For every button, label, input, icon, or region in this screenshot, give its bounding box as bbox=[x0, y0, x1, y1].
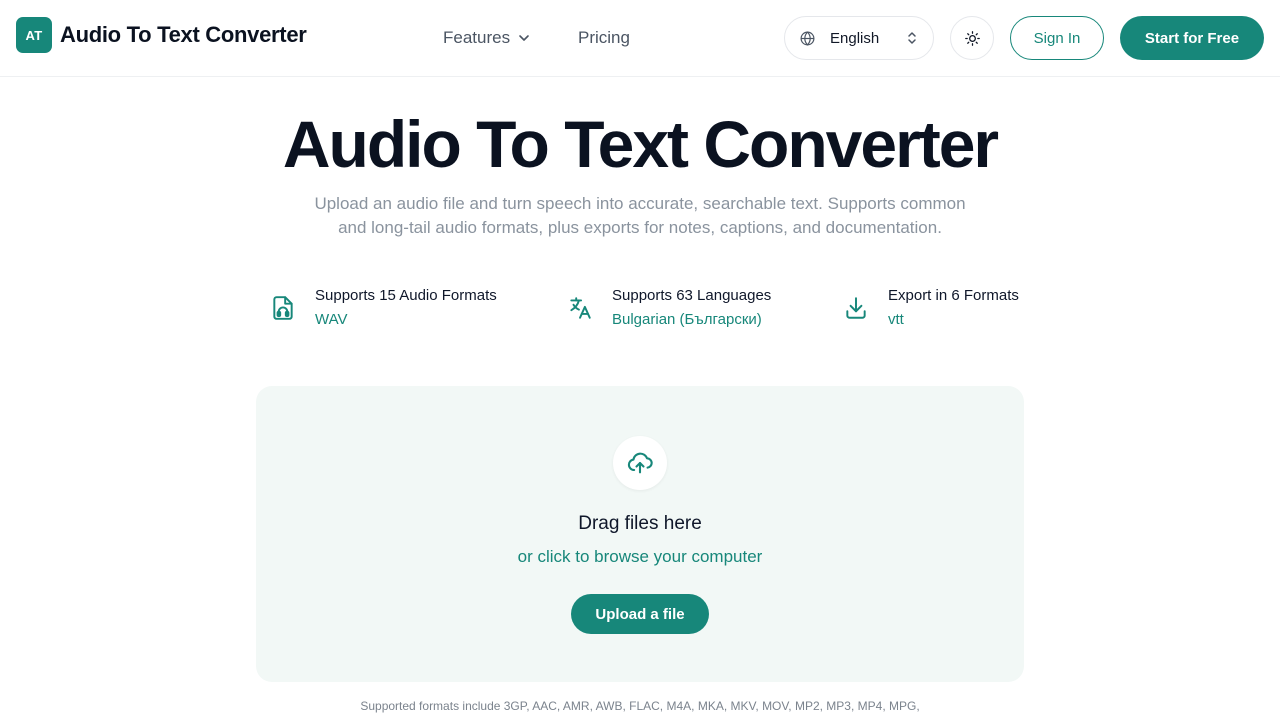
page-subtitle: Upload an audio file and turn speech int… bbox=[314, 194, 966, 237]
feature-title: Export in 6 Formats bbox=[888, 287, 1019, 304]
chevron-up-down-icon bbox=[908, 32, 916, 44]
nav-pricing[interactable]: Pricing bbox=[578, 28, 630, 48]
site-header: AT Audio To Text Converter Features Pric… bbox=[0, 0, 1280, 77]
nav-features[interactable]: Features bbox=[443, 28, 531, 48]
page-title: Audio To Text Converter bbox=[282, 107, 999, 181]
language-select[interactable]: English bbox=[784, 16, 934, 60]
download-icon bbox=[846, 297, 866, 319]
logo-badge[interactable]: AT bbox=[16, 17, 52, 53]
cloud-upload-icon bbox=[627, 452, 653, 474]
translate-icon bbox=[570, 297, 591, 319]
sun-icon bbox=[964, 30, 980, 46]
supported-formats-note: Supported formats include 3GP, AAC, AMR,… bbox=[360, 699, 920, 713]
logo-text[interactable]: Audio To Text Converter bbox=[60, 22, 307, 48]
globe-icon bbox=[800, 30, 815, 46]
dropzone-title: Drag files here bbox=[578, 513, 702, 534]
feature-value[interactable]: WAV bbox=[315, 310, 497, 330]
upload-file-button[interactable]: Upload a file bbox=[571, 594, 709, 634]
theme-toggle-button[interactable] bbox=[950, 16, 994, 60]
cloud-upload-badge bbox=[613, 436, 667, 490]
feature-title: Supports 63 Languages bbox=[612, 287, 772, 304]
audio-file-icon bbox=[273, 296, 293, 320]
nav-features-label: Features bbox=[443, 28, 511, 47]
feature-title: Supports 15 Audio Formats bbox=[315, 287, 497, 304]
language-label: English bbox=[830, 29, 880, 47]
feature-value[interactable]: vtt bbox=[888, 310, 1019, 330]
sign-in-button[interactable]: Sign In bbox=[1010, 16, 1104, 60]
feature-value[interactable]: Bulgarian (Български) bbox=[612, 310, 771, 330]
chevron-down-icon bbox=[519, 35, 529, 41]
browse-link[interactable]: or click to browse your computer bbox=[256, 547, 1024, 567]
upload-dropzone[interactable]: Drag files here or click to browse your … bbox=[256, 386, 1024, 682]
feature-export-formats: Export in 6 Formats vtt bbox=[843, 286, 1019, 330]
start-for-free-button[interactable]: Start for Free bbox=[1120, 16, 1264, 60]
feature-audio-formats: Supports 15 Audio Formats WAV bbox=[270, 286, 497, 330]
feature-languages: Supports 63 Languages Bulgarian (Българс… bbox=[567, 286, 771, 330]
